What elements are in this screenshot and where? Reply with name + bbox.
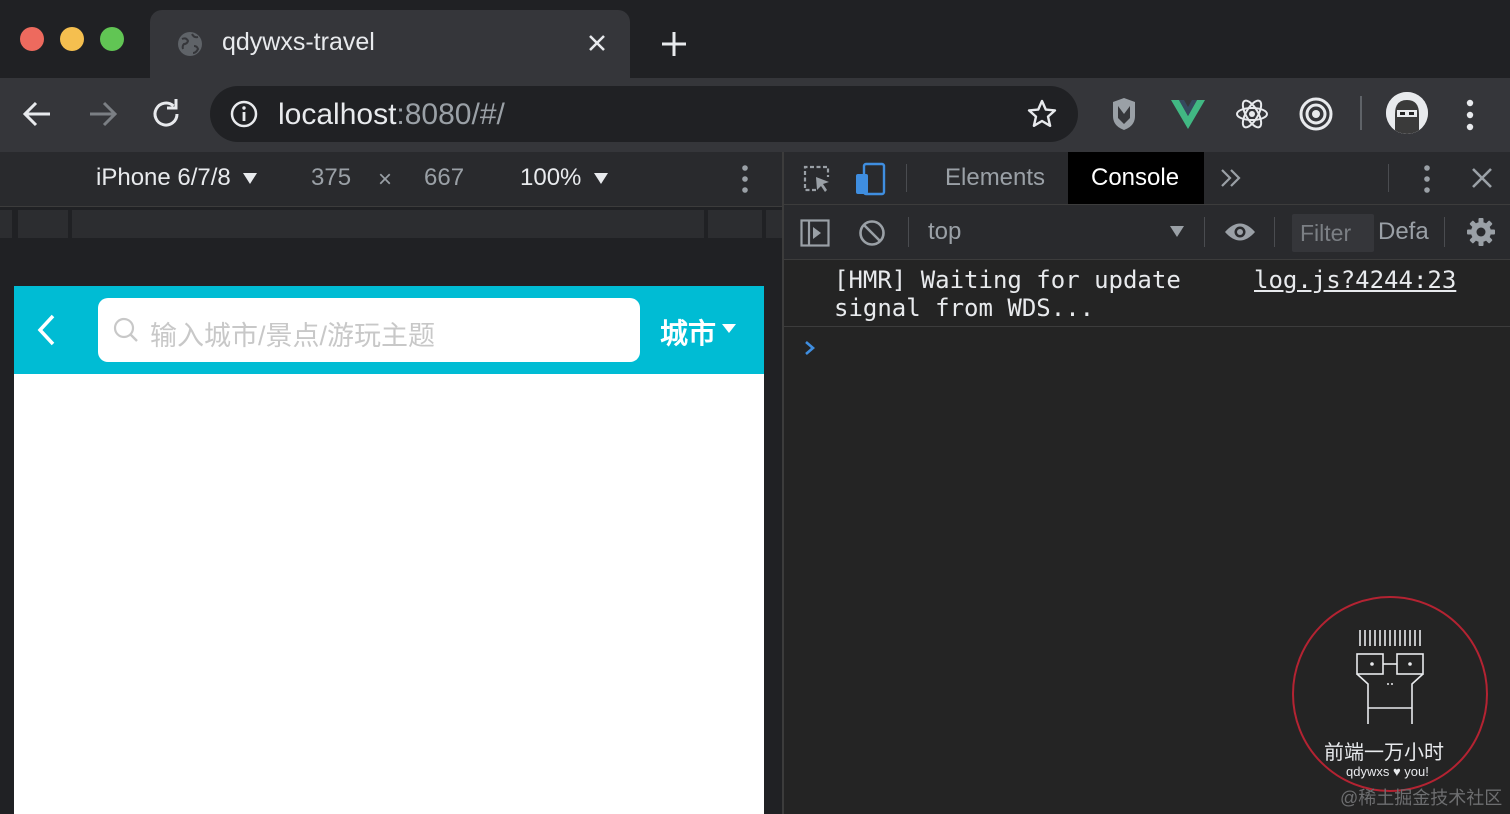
log-separator [784, 326, 1510, 327]
filter-input[interactable]: Filter [1292, 214, 1374, 252]
toolbar-separator [1274, 217, 1275, 247]
search-placeholder: 输入城市/景点/游玩主题 [150, 321, 436, 351]
phone-viewport: 输入城市/景点/游玩主题 城市 [14, 286, 764, 814]
live-expression-eye-icon[interactable] [1224, 221, 1256, 243]
console-prompt-icon[interactable] [802, 338, 818, 358]
forward-arrow-icon[interactable] [82, 94, 122, 134]
tab-title: qdywxs-travel [222, 28, 375, 56]
app-header: 输入城市/景点/游玩主题 城市 [14, 286, 764, 374]
context-select[interactable]: top [928, 218, 961, 246]
target-extension-icon[interactable] [1296, 94, 1336, 134]
url-path: :8080/#/ [396, 98, 505, 131]
clear-console-icon[interactable] [858, 219, 886, 247]
close-devtools-icon[interactable] [1470, 166, 1494, 190]
media-query-segment[interactable] [0, 210, 12, 238]
console-settings-gear-icon[interactable] [1466, 217, 1496, 247]
toolbar-separator [1444, 217, 1445, 247]
reload-icon[interactable] [146, 94, 186, 134]
address-bar[interactable]: localhost:8080/#/ [210, 86, 1078, 142]
profile-avatar[interactable] [1386, 92, 1428, 134]
toolbar-separator [908, 217, 909, 247]
device-menu-icon[interactable] [740, 164, 750, 194]
url-host: localhost [278, 98, 397, 131]
watermark-subtitle: qdywxs ♥ you! [1346, 764, 1429, 779]
devtools-tabbar: Elements Console [784, 152, 1510, 205]
tab-console[interactable]: Console [1068, 152, 1204, 204]
log-levels-select[interactable]: Defa [1378, 218, 1429, 246]
device-height[interactable]: 667 [424, 164, 464, 192]
watermark-character-icon [1356, 630, 1424, 724]
zoom-caret-icon[interactable] [594, 173, 608, 184]
console-log-source-link[interactable]: log.js?4244:23 [1254, 266, 1456, 294]
avatar-icon [1386, 92, 1428, 134]
zoom-select[interactable]: 100% [520, 164, 581, 192]
chrome-menu-icon[interactable] [1465, 98, 1475, 132]
device-toggle-icon[interactable] [854, 162, 886, 196]
new-tab-icon[interactable] [656, 26, 692, 62]
browser-tab[interactable]: qdywxs-travel [150, 10, 630, 78]
maximize-window-button[interactable] [100, 27, 124, 51]
console-log-message: [HMR] Waiting for update signal from WDS… [834, 266, 1181, 322]
shield-extension-icon[interactable] [1104, 94, 1144, 134]
close-window-button[interactable] [20, 27, 44, 51]
minimize-window-button[interactable] [60, 27, 84, 51]
tab-separator [906, 164, 907, 192]
toolbar-separator [1360, 96, 1362, 130]
back-chevron-icon[interactable] [34, 312, 58, 348]
media-query-segment[interactable] [72, 210, 704, 238]
toolbar-separator [1204, 217, 1205, 247]
sidebar-toggle-icon[interactable] [800, 219, 830, 247]
devtools-menu-icon[interactable] [1422, 164, 1432, 194]
media-query-segment[interactable] [708, 210, 762, 238]
vue-devtools-icon[interactable] [1168, 94, 1208, 134]
tab-console-label: Console [1091, 164, 1180, 191]
media-query-segment[interactable] [766, 210, 782, 238]
tab-elements[interactable]: Elements [945, 164, 1045, 192]
city-caret-icon[interactable] [722, 324, 736, 334]
browser-toolbar: localhost:8080/#/ [0, 78, 1510, 152]
globe-icon [178, 32, 202, 56]
context-caret-icon[interactable] [1170, 226, 1184, 237]
url-text: localhost:8080/#/ [278, 98, 505, 132]
media-query-bar[interactable] [0, 207, 782, 241]
bookmark-star-icon[interactable] [1026, 98, 1058, 130]
city-selector[interactable]: 城市 [660, 312, 716, 352]
back-arrow-icon[interactable] [18, 94, 58, 134]
close-tab-icon[interactable] [582, 28, 612, 58]
caret-down-icon[interactable] [243, 173, 257, 184]
device-select[interactable]: iPhone 6/7/8 [96, 164, 231, 192]
search-icon [113, 317, 138, 342]
search-input[interactable]: 输入城市/景点/游玩主题 [98, 298, 640, 362]
react-devtools-icon[interactable] [1232, 94, 1272, 134]
info-icon[interactable] [230, 100, 258, 128]
watermark-title: 前端一万小时 [1324, 742, 1444, 764]
tab-strip: qdywxs-travel [0, 0, 1510, 78]
more-tabs-icon[interactable] [1220, 168, 1242, 188]
watermark-site: @稀土掘金技术社区 [1340, 788, 1503, 808]
media-query-segment[interactable] [18, 210, 68, 238]
inspect-element-icon[interactable] [802, 164, 832, 194]
device-width[interactable]: 375 [311, 164, 351, 192]
device-toolbar: iPhone 6/7/8 375 × 667 100% [0, 152, 782, 207]
tab-separator [1388, 164, 1389, 192]
dimension-separator: × [378, 166, 393, 193]
console-toolbar: top Filter Defa [784, 205, 1510, 260]
filter-placeholder: Filter [1300, 220, 1352, 246]
